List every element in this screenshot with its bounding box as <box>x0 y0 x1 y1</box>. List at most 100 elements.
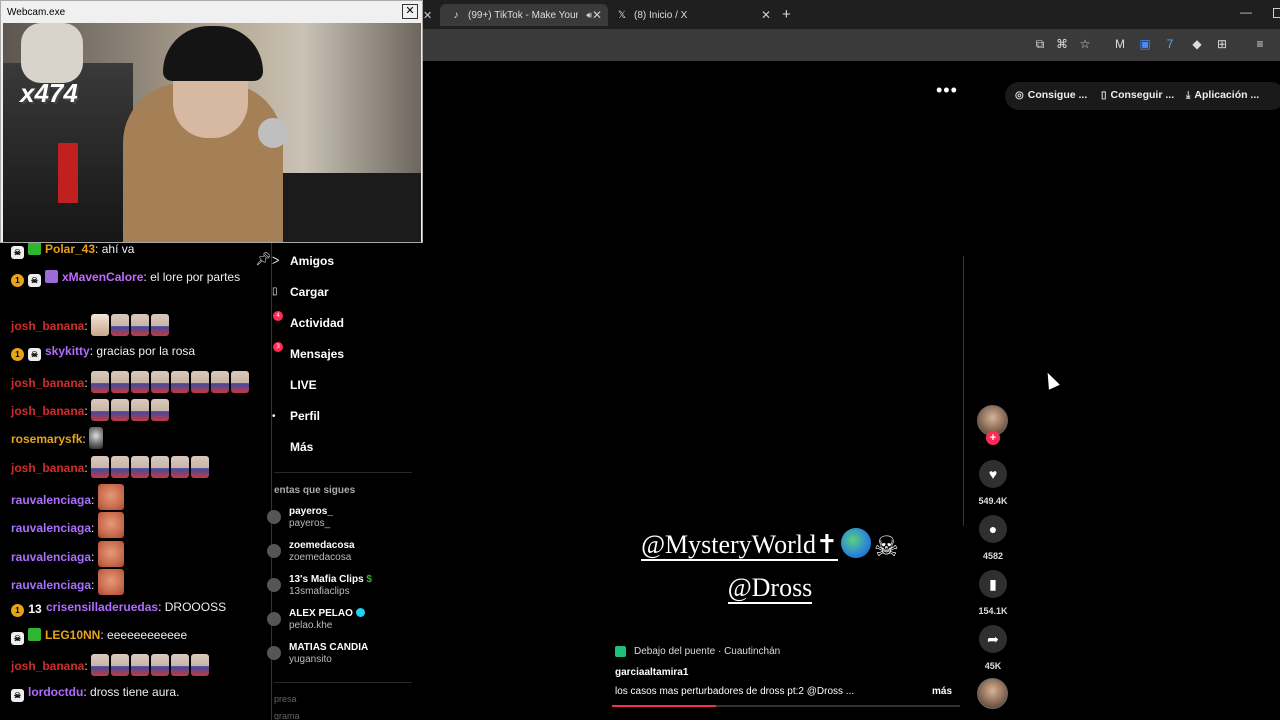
follow-plus-icon[interactable]: + <box>986 431 1000 445</box>
profile-icon: • <box>272 411 276 422</box>
chat-username[interactable]: josh_banana <box>11 659 84 673</box>
video-caption-line1: @MysteryWorld✝ ☠ <box>600 528 940 564</box>
chat-separator: : <box>91 550 95 564</box>
see-more-button[interactable]: más <box>932 686 952 697</box>
skull-crossbones-icon: ☠ <box>873 532 899 563</box>
new-tab-button[interactable]: + <box>782 6 791 23</box>
get-coins-button[interactable]: ◎ Consigue ... <box>1015 89 1087 101</box>
following-item[interactable]: zoemedacosa zoemedacosa <box>289 540 409 564</box>
chat-username[interactable]: Polar_43 <box>45 243 95 256</box>
webcam-overlay-tag: x474 <box>20 78 78 108</box>
footer-link[interactable]: presa <box>274 694 297 704</box>
chat-username[interactable]: xMavenCalore <box>62 270 143 284</box>
chat-username[interactable]: rauvalenciaga <box>11 493 91 507</box>
emote <box>151 371 170 393</box>
more-options-icon[interactable]: ••• <box>936 80 958 101</box>
chat-text: ahí va <box>101 243 135 256</box>
stream-chat: 📌︎ ☠ Polar_43: ahí va 1 ☠ xMavenCalore: el … <box>0 243 272 720</box>
extension-7tv-icon[interactable]: 7 <box>1163 37 1177 51</box>
nav-friends[interactable]: Amigos <box>290 254 334 268</box>
webcam-window[interactable]: Webcam.exe ✕ x474 <box>0 0 423 243</box>
nav-more[interactable]: Más <box>290 440 313 454</box>
close-icon[interactable]: ✕ <box>761 8 771 22</box>
nav-live[interactable]: LIVE <box>290 378 317 392</box>
following-item[interactable]: payeros_ payeros_ <box>289 506 409 530</box>
chat-username[interactable]: josh_banana <box>11 404 84 418</box>
save-button[interactable]: ▮ <box>979 570 1007 598</box>
chat-message: josh_banana: <box>11 371 256 393</box>
emote <box>191 654 210 676</box>
nav-upload[interactable]: Cargar <box>290 285 329 299</box>
footer-link[interactable]: grama <box>274 711 300 720</box>
chat-username[interactable]: rauvalenciaga <box>11 578 91 592</box>
tab-close-prev[interactable]: ✕ <box>423 4 432 26</box>
sound-avatar[interactable] <box>977 678 1008 709</box>
webcam-streamer-hat <box>163 26 263 81</box>
avatar[interactable] <box>267 646 281 660</box>
messages-notification-badge: 3 <box>273 342 283 352</box>
avatar[interactable] <box>267 612 281 626</box>
emote <box>89 427 104 449</box>
chat-username[interactable]: josh_banana <box>11 461 84 475</box>
translate-icon[interactable]: ⌘ <box>1055 37 1069 51</box>
chat-separator: : <box>95 243 99 256</box>
chat-username[interactable]: crisensilladeruedas <box>46 600 158 614</box>
sidebar-divider <box>274 472 412 473</box>
pin-icon[interactable]: 📌︎ <box>255 251 271 267</box>
nav-profile[interactable]: Perfil <box>290 409 320 423</box>
emote <box>171 456 190 478</box>
close-icon[interactable]: ✕ <box>592 8 602 22</box>
extension-translate-icon[interactable]: ▣ <box>1138 37 1152 51</box>
avatar[interactable] <box>267 544 281 558</box>
music-row[interactable]: Debajo del puente · Cuautinchán <box>615 646 780 657</box>
webcam-close-button[interactable]: ✕ <box>402 4 418 19</box>
chat-message: josh_banana: <box>11 456 256 478</box>
video-progress-fill <box>612 705 717 707</box>
nav-activity[interactable]: Actividad <box>290 316 344 330</box>
emote <box>97 569 124 595</box>
chat-username[interactable]: josh_banana <box>11 319 84 333</box>
chat-username[interactable]: rauvalenciaga <box>11 550 91 564</box>
following-username: pelao.khe <box>289 620 333 631</box>
chat-username[interactable]: LEG10NN <box>45 628 100 642</box>
maximize-button[interactable] <box>1273 8 1280 18</box>
extensions-puzzle-icon[interactable]: ⊞ <box>1215 37 1229 51</box>
install-app-icon[interactable]: ⧉ <box>1033 37 1047 52</box>
desktop-app-button[interactable]: ⤓ Aplicación ... <box>1186 89 1259 101</box>
emote <box>131 654 150 676</box>
avatar[interactable] <box>267 578 281 592</box>
chat-username[interactable]: lordoctdu <box>28 685 83 699</box>
extension-diamond-icon[interactable]: ◆ <box>1190 37 1204 51</box>
bookmark-icon: ▮ <box>989 576 997 592</box>
following-item[interactable]: 13's Mafia Clips $ 13smafiaclips <box>289 574 409 598</box>
share-icon: ➦ <box>987 631 999 647</box>
emote <box>231 371 250 393</box>
tab-x[interactable]: 𝕏 (8) Inicio / X ✕ <box>616 4 771 26</box>
webcam-feed: x474 <box>3 23 421 242</box>
following-item[interactable]: MATIAS CANDIA yugansito <box>289 642 409 666</box>
following-name: ALEX PELAO <box>289 608 409 620</box>
following-item[interactable]: ALEX PELAO pelao.khe <box>289 608 409 632</box>
video-author[interactable]: garciaaltamira1 <box>615 667 688 678</box>
tab-tiktok[interactable]: ♪ (99+) TikTok - Make Your Da 🔊︎ ✕ <box>440 4 608 26</box>
extension-m-icon[interactable]: M <box>1113 37 1127 51</box>
like-button[interactable]: ♥ <box>979 460 1007 488</box>
chat-username[interactable]: josh_banana <box>11 376 84 390</box>
media-control-icon[interactable]: ≡ <box>1253 37 1267 51</box>
bookmark-star-icon[interactable]: ☆ <box>1078 37 1092 51</box>
following-name: 13's Mafia Clips $ <box>289 574 409 586</box>
chat-username[interactable]: skykitty <box>45 344 90 358</box>
get-app-button[interactable]: ▯ Conseguir ... <box>1101 89 1174 101</box>
chat-username[interactable]: rosemarysfk <box>11 432 82 446</box>
chat-username[interactable]: rauvalenciaga <box>11 521 91 535</box>
chat-message: rauvalenciaga: <box>11 541 256 567</box>
share-button[interactable]: ➦ <box>979 625 1007 653</box>
avatar[interactable] <box>267 510 281 524</box>
emote <box>131 399 150 421</box>
following-username: yugansito <box>289 654 332 665</box>
chat-message: josh_banana: <box>11 314 256 336</box>
chat-separator: : <box>84 461 88 475</box>
minimize-button[interactable]: — <box>1240 5 1252 19</box>
nav-messages[interactable]: Mensajes <box>290 347 344 361</box>
comment-button[interactable]: ● <box>979 515 1007 543</box>
